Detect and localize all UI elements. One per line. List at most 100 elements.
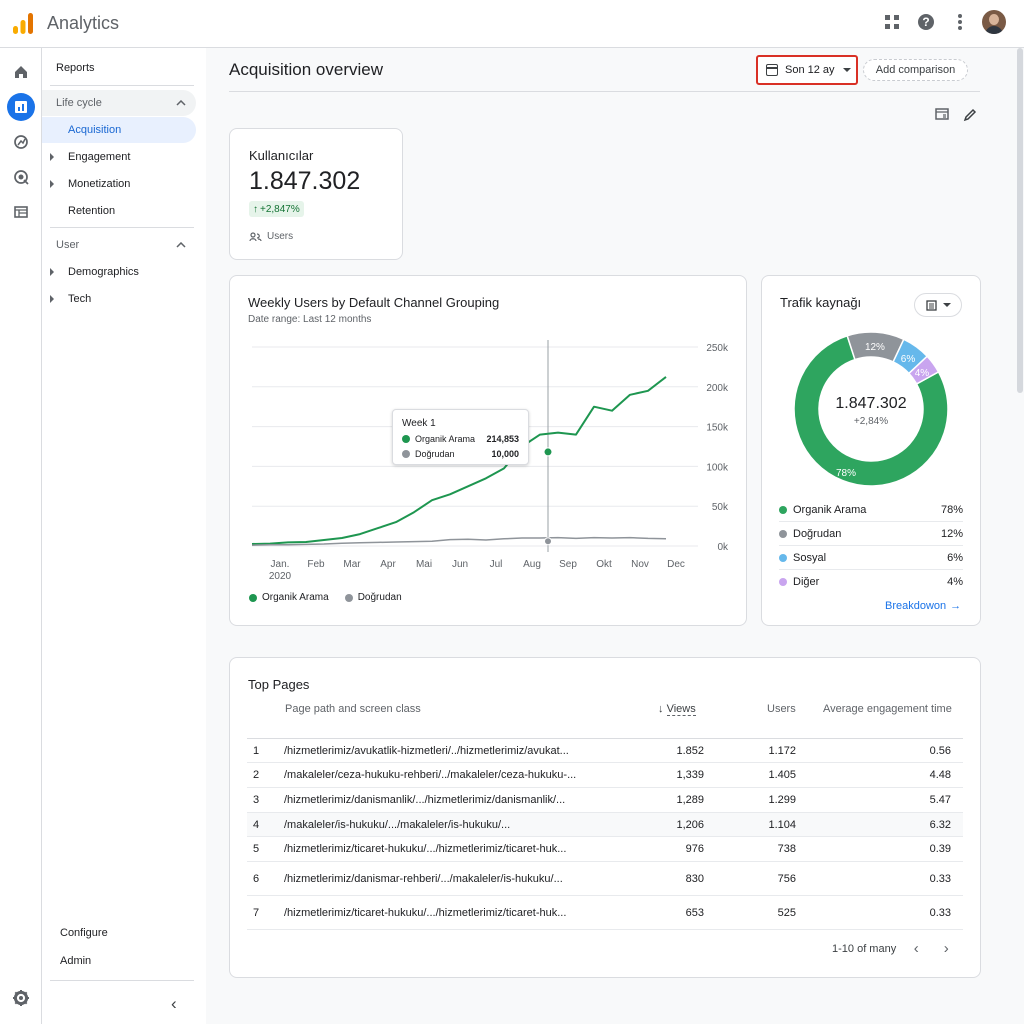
users-label-row: Users	[249, 231, 293, 242]
customize-report-icon[interactable]	[932, 104, 952, 124]
row-views: 1.852	[676, 744, 704, 757]
nav-configure[interactable]: Configure	[60, 927, 108, 939]
avatar[interactable]	[982, 10, 1006, 34]
users-card: Kullanıcılar 1.847.302 ↑ +2,847% Users	[229, 128, 403, 260]
row-rank: 1	[253, 744, 260, 757]
table-row[interactable]: 6/hizmetlerimiz/danismar-rehberi/.../mak…	[247, 862, 963, 896]
chevron-up-icon	[176, 100, 186, 106]
calendar-icon	[766, 64, 778, 76]
page-title: Acquisition overview	[229, 60, 384, 79]
column-header-views[interactable]: ↓ Views	[658, 703, 696, 716]
analytics-logo[interactable]	[12, 12, 34, 36]
row-page-path: /hizmetlerimiz/danismanlik/.../hizmetler…	[284, 794, 566, 806]
more-vert-icon[interactable]	[948, 10, 972, 34]
nav-divider	[50, 227, 194, 228]
reports-icon[interactable]	[7, 93, 35, 121]
scrollbar[interactable]	[1017, 48, 1023, 393]
table-view-icon	[925, 299, 937, 311]
chevron-down-icon	[842, 68, 851, 72]
user-section[interactable]: User	[42, 232, 196, 258]
legend-dot	[402, 450, 410, 458]
row-page-path: /hizmetlerimiz/ticaret-hukuku/.../hizmet…	[284, 906, 567, 919]
top-bar: Analytics ?	[0, 0, 1024, 48]
home-icon[interactable]	[7, 58, 35, 86]
table-row[interactable]: 2/makaleler/ceza-hukuku-rehberi/../makal…	[247, 763, 963, 788]
row-average-engagement: 0.56	[929, 744, 951, 757]
nav-divider	[50, 980, 194, 981]
row-rank: 7	[253, 906, 260, 919]
caret-right-icon	[50, 153, 54, 161]
column-header-engagement[interactable]: Average engagement time	[823, 703, 952, 715]
breakdown-link[interactable]: Breakdowon →	[885, 600, 961, 612]
views-header-label: Views	[666, 703, 696, 716]
add-comparison-button[interactable]: Add comparison	[863, 59, 968, 81]
column-header-users[interactable]: Users	[767, 703, 796, 715]
row-average-engagement: 6.32	[929, 818, 951, 831]
table-row[interactable]: 1/hizmetlerimiz/avukatlik-hizmetleri/../…	[247, 739, 963, 763]
chevron-down-icon	[942, 303, 951, 307]
top-pages-title: Top Pages	[248, 677, 310, 692]
nav-admin[interactable]: Admin	[60, 955, 91, 967]
row-rank: 2	[253, 769, 260, 781]
apps-grid-icon[interactable]	[880, 10, 904, 34]
nav-divider	[50, 85, 194, 86]
traffic-source-label: Sosyal	[793, 551, 827, 564]
edit-pencil-icon[interactable]	[960, 104, 980, 124]
nav-demographics[interactable]: Demographics	[42, 259, 196, 285]
column-header-page-path[interactable]: Page path and screen class	[285, 703, 421, 715]
legend-dot	[779, 529, 787, 538]
configure-list-icon[interactable]	[7, 198, 35, 226]
nav-tech[interactable]: Tech	[42, 286, 196, 312]
table-row[interactable]: 7/hizmetlerimiz/ticaret-hukuku/.../hizme…	[247, 896, 963, 930]
user-label: User	[56, 239, 80, 251]
left-rail	[0, 48, 42, 1024]
breakdown-label: Breakdowon	[885, 600, 947, 612]
legend-dot	[779, 553, 787, 562]
arrow-right-icon: →	[950, 600, 962, 612]
row-rank: 4	[253, 818, 260, 831]
lifecycle-section[interactable]: Life cycle	[42, 90, 196, 116]
advertising-icon[interactable]	[7, 163, 35, 191]
row-users: 738	[777, 843, 796, 855]
help-icon[interactable]: ?	[914, 10, 938, 34]
users-value: 1.847.302	[249, 167, 361, 195]
tooltip-week: Week 1	[402, 418, 436, 429]
row-average-engagement: 0.39	[929, 843, 951, 855]
explore-icon[interactable]	[7, 128, 35, 156]
nav-acquisition[interactable]: Acquisition	[42, 117, 196, 143]
tooltip-series-label: Doğrudan	[415, 449, 455, 459]
row-users: 1.104	[768, 818, 796, 831]
table-row[interactable]: 4/makaleler/is-hukuku/.../makaleler/is-h…	[247, 813, 963, 837]
table-row[interactable]: 3/hizmetlerimiz/danismanlik/.../hizmetle…	[247, 788, 963, 813]
monetization-label: Monetization	[68, 178, 131, 190]
users-label: Users	[267, 231, 294, 242]
traffic-row-organik: Organik Arama 78%	[779, 498, 963, 522]
previous-page-icon[interactable]: ‹	[904, 940, 928, 957]
caret-right-icon	[50, 268, 54, 276]
gear-icon[interactable]	[12, 989, 30, 1007]
reports-heading: Reports	[56, 62, 95, 74]
date-range-button[interactable]: Son 12 ay	[756, 55, 858, 85]
legend-dot	[344, 593, 353, 602]
tech-label: Tech	[68, 293, 92, 305]
next-page-icon[interactable]: ›	[934, 940, 958, 957]
date-range-label: Son 12 ay	[785, 64, 835, 76]
row-rank: 6	[253, 872, 260, 885]
caret-right-icon	[50, 180, 54, 188]
row-users: 525	[777, 906, 796, 919]
traffic-row-diger: Diğer 4%	[779, 570, 963, 594]
legend-label-dogrudan: Doğrudan	[357, 592, 402, 603]
row-views: 1,206	[676, 818, 704, 831]
nav-retention[interactable]: Retention	[42, 198, 196, 224]
row-users: 1.172	[768, 744, 796, 757]
chart-type-select[interactable]	[914, 293, 962, 317]
traffic-source-title: Trafik kaynağı	[780, 295, 862, 310]
collapse-navigation-icon[interactable]: ‹	[171, 994, 177, 1014]
nav-monetization[interactable]: Monetization	[42, 171, 196, 197]
table-row[interactable]: 5/hizmetlerimiz/ticaret-hukuku/.../hizme…	[247, 837, 963, 862]
row-average-engagement: 4.48	[929, 769, 951, 781]
legend-dot	[402, 435, 410, 443]
nav-engagement[interactable]: Engagement	[42, 144, 196, 170]
traffic-row-sosyal: Sosyal 6%	[779, 546, 963, 570]
row-average-engagement: 0.33	[929, 906, 951, 919]
